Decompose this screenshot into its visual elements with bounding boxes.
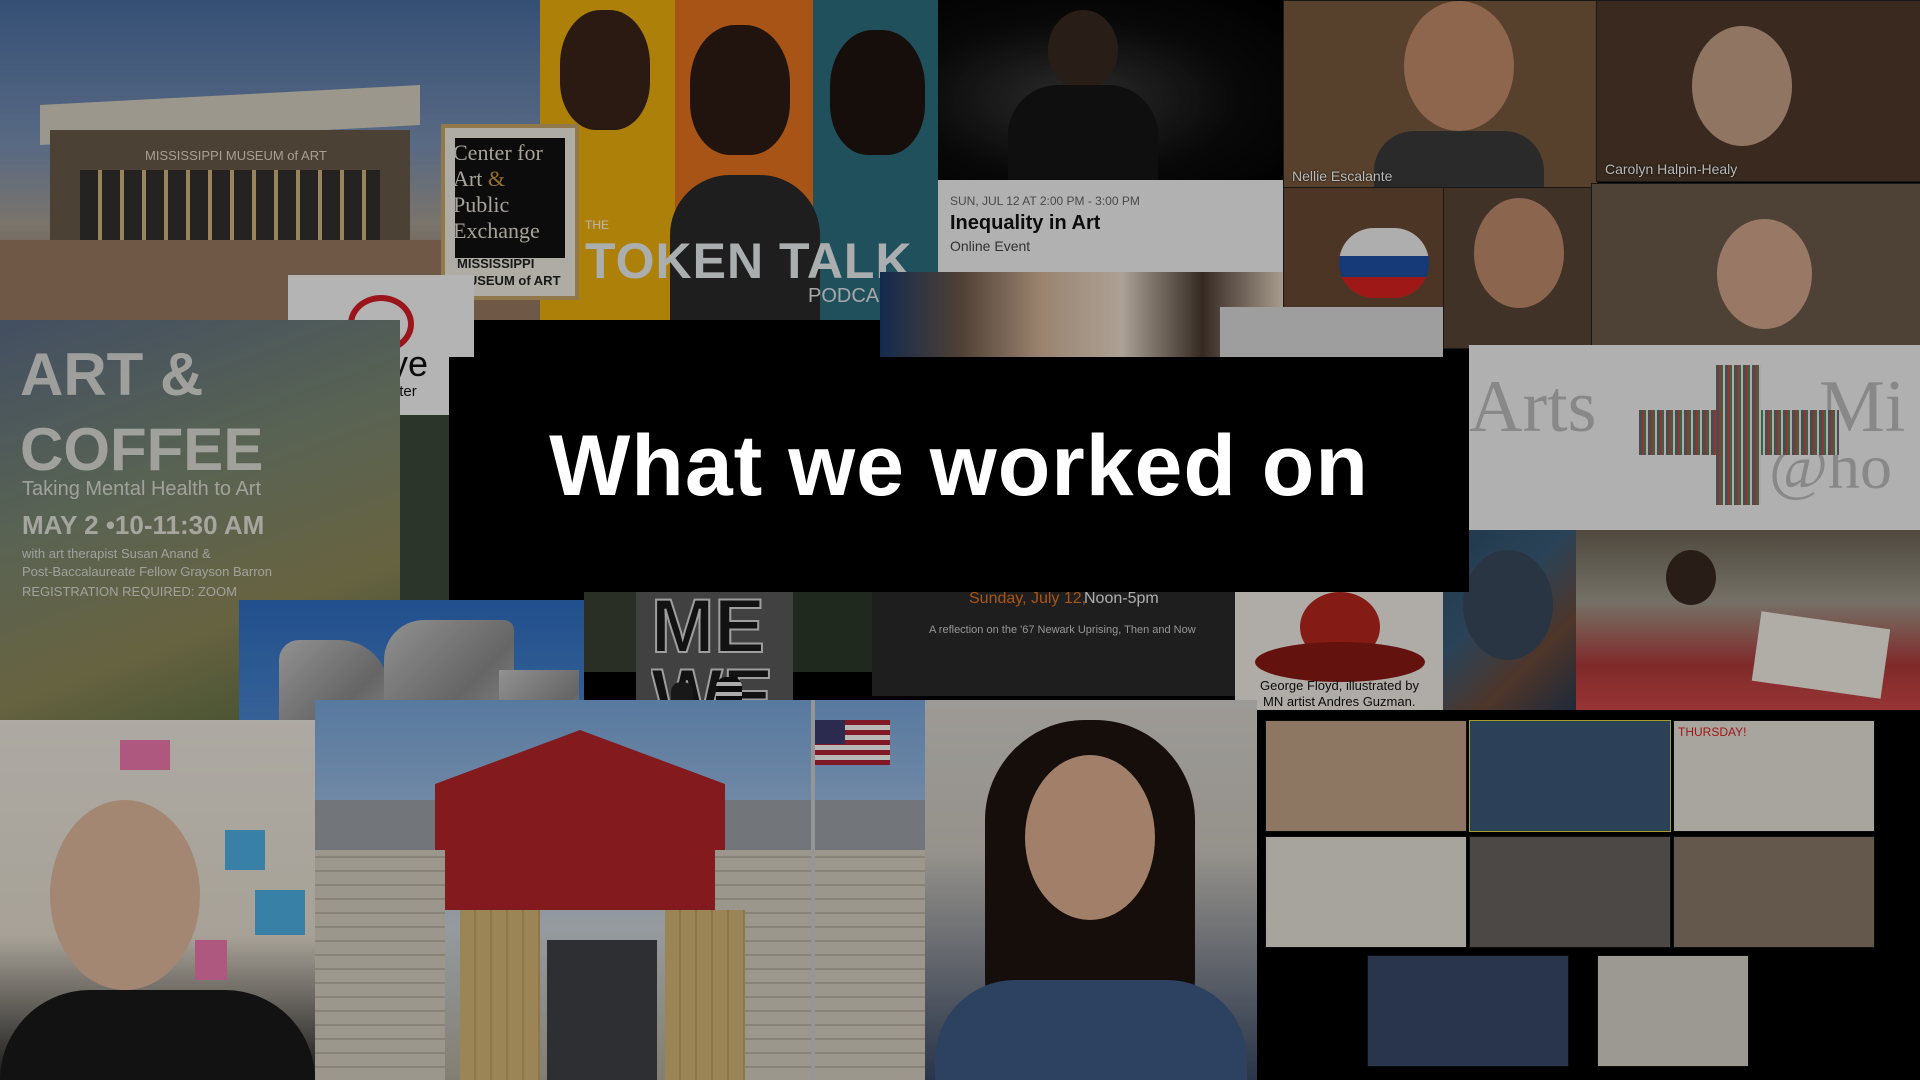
museum-sign: MISSISSIPPI MUSEUM of ART <box>145 148 327 163</box>
illustration-scarf <box>1255 642 1425 682</box>
token-talk-title: TOKEN TALK <box>585 233 913 289</box>
zoom-tile-older-man <box>1591 183 1920 347</box>
art-coffee-date: MAY 2 •10-11:30 AM <box>22 510 265 540</box>
art-coffee-with: with art therapist Susan Anand & <box>22 546 211 561</box>
participant-name: Carolyn Halpin-Healy <box>1605 161 1738 177</box>
newark-subtitle: A reflection on the '67 Newark Uprising,… <box>929 624 1196 636</box>
zoom-tile-heart <box>1283 187 1445 309</box>
event-title: Inequality in Art <box>950 212 1101 234</box>
barn-door-right <box>665 910 745 1080</box>
participant-head <box>1717 219 1812 329</box>
video-tile-drawing <box>1265 836 1467 948</box>
woman-jacket <box>0 990 315 1080</box>
video-tile <box>1469 836 1671 948</box>
mural-face <box>1463 550 1553 660</box>
host-face-1 <box>560 10 650 130</box>
video-tile <box>1469 720 1671 832</box>
cape-foot-1: MISSISSIPPI <box>457 256 535 271</box>
barn-stone-wall-right <box>715 850 925 1080</box>
art-coffee-subtitle: Taking Mental Health to Art <box>22 478 262 500</box>
us-flag-canton <box>815 720 845 744</box>
illustration-caption-2: MN artist Andres Guzman. <box>1263 694 1416 709</box>
sticky-note <box>255 890 305 935</box>
heart-flag-icon <box>1339 228 1429 298</box>
art-coffee-with-2: Post-Baccalaureate Fellow Grayson Barron <box>22 564 273 579</box>
cape-line-2-text: Art <box>453 166 483 191</box>
speaker-body <box>1008 85 1158 180</box>
george-floyd-illustration: George Floyd, illustrated by MN artist A… <box>1235 592 1443 710</box>
landscape-photo <box>400 415 449 600</box>
art-coffee-line-2: COFFEE <box>20 416 264 483</box>
slide-title: What we worked on <box>549 418 1369 514</box>
arts-mix-left: Arts <box>1469 366 1597 448</box>
art-coffee-line-1: ART & <box>20 341 204 408</box>
dark-photo <box>584 592 636 672</box>
zoom-video-grid: THURSDAY! <box>1257 710 1920 1080</box>
event-type: Online Event <box>950 238 1031 254</box>
sticky-note <box>195 940 227 980</box>
barn-door-left <box>460 910 540 1080</box>
barn-stone-wall-left <box>315 850 445 1080</box>
red-barn-building-photo <box>315 700 925 1080</box>
cape-ampersand: & <box>487 166 505 191</box>
speaker-head <box>1048 10 1118 90</box>
token-talk-podcast-label: PODCA <box>808 285 880 307</box>
event-card: SUN, JUL 12 AT 2:00 PM - 3:00 PM Inequal… <box>938 180 1283 272</box>
title-panel: What we worked on <box>449 357 1469 592</box>
newark-time: Noon-5pm <box>1084 590 1159 607</box>
cape-line-4: Exchange <box>453 218 540 243</box>
video-tile <box>1597 955 1749 1067</box>
zoom-tile-carolyn: Carolyn Halpin-Healy <box>1596 0 1920 182</box>
cape-line-1: Center for <box>453 140 543 165</box>
art-coffee-registration: REGISTRATION REQUIRED: ZOOM <box>22 584 237 599</box>
woman-head <box>50 800 200 990</box>
cape-line-3: Public <box>453 192 510 217</box>
cape-line-2: Art & <box>453 166 505 192</box>
smiling-woman-photo-center <box>925 700 1257 1080</box>
host-face-2 <box>690 25 790 155</box>
participant-head <box>1692 26 1792 146</box>
event-date: SUN, JUL 12 AT 2:00 PM - 3:00 PM <box>950 194 1140 208</box>
newark-date: Sunday, July 12, <box>969 590 1087 607</box>
zoom-tile-nellie: Nellie Escalante <box>1283 0 1598 189</box>
device-photo <box>1220 307 1443 357</box>
child-paper <box>1751 611 1891 699</box>
smiling-woman-photo-left <box>0 720 315 1080</box>
mewe-line-1: ME <box>651 592 765 662</box>
classroom-note: THURSDAY! <box>1678 725 1747 739</box>
video-tile <box>1367 955 1569 1067</box>
event-speaker-photo <box>938 0 1283 180</box>
child-drawing-photo <box>1576 530 1920 710</box>
host-face-3 <box>830 30 925 155</box>
barn-entrance <box>547 940 657 1080</box>
video-tile-classroom: THURSDAY! <box>1673 720 1875 832</box>
video-tile <box>1265 720 1467 832</box>
sticky-note <box>120 740 170 770</box>
participant-head <box>1404 1 1514 131</box>
child-head <box>1666 550 1716 605</box>
arts-mix-cross-vertical <box>1716 365 1761 505</box>
newark-gap <box>793 592 872 672</box>
cape-logo-card: Center for Art & Public Exchange MISSISS… <box>441 124 579 300</box>
illustration-caption-1: George Floyd, illustrated by <box>1260 678 1419 693</box>
denim-jacket <box>935 980 1247 1080</box>
token-talk-the: THE <box>585 218 609 232</box>
woman-face <box>1025 755 1155 920</box>
arts-mix-logo: Arts Mi @ho <box>1469 345 1920 530</box>
sticky-note <box>225 830 265 870</box>
video-tile <box>1673 836 1875 948</box>
token-talk-podcast-tile: THE TOKEN TALK PODCA <box>540 0 938 320</box>
participant-head <box>1474 198 1564 308</box>
barn-red-facade <box>435 730 725 910</box>
participant-body <box>1374 131 1544 188</box>
participant-name: Nellie Escalante <box>1292 168 1393 184</box>
newark-event-banner: Sunday, July 12, Noon-5pm A reflection o… <box>872 578 1235 696</box>
zoom-tile-headphones <box>1443 187 1593 349</box>
museum-windows <box>80 170 380 240</box>
